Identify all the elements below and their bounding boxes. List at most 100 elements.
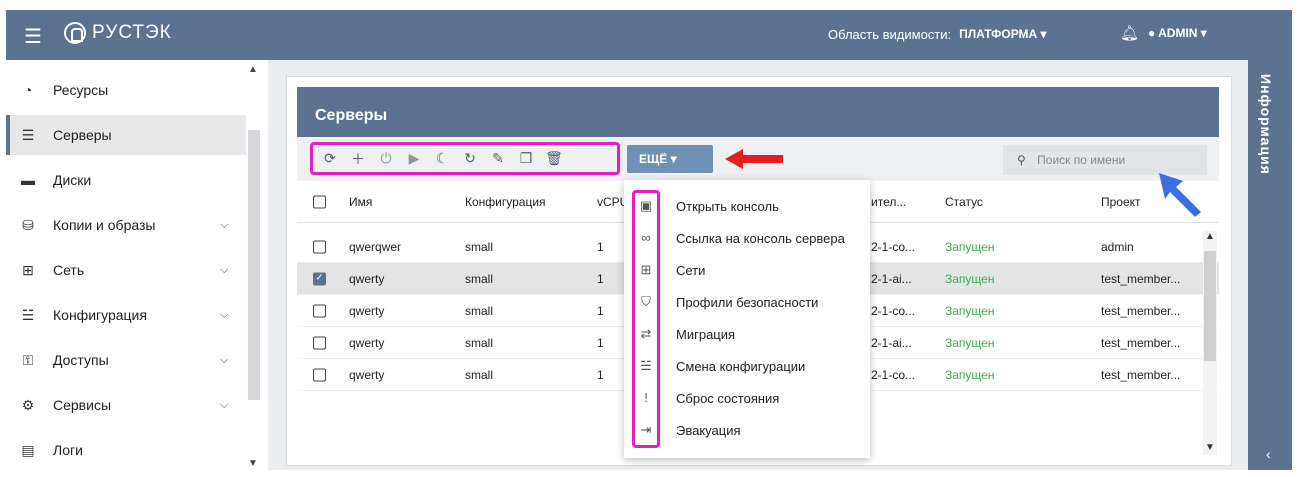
cell-project: test_member... (1101, 367, 1181, 382)
cell-project: test_member... (1101, 335, 1181, 350)
sidebar-item-label: Доступы (53, 352, 109, 368)
sidebar-item-resources[interactable]: ◔ Ресурсы (6, 70, 246, 110)
menu-item-open-console[interactable]: ▣ Открыть консоль (624, 192, 870, 224)
cell-vcpu: 1 (597, 271, 604, 286)
scroll-down-arrow[interactable]: ▼ (1205, 442, 1215, 453)
menu-item-label: Открыть консоль (676, 199, 779, 214)
info-panel[interactable]: Информация ‹ (1248, 60, 1292, 470)
reboot-icon[interactable]: ↻ (459, 150, 481, 167)
row-checkbox[interactable]: ✓ (313, 272, 326, 285)
column-header-status[interactable]: Статус (945, 195, 983, 209)
cell-vcpu: 1 (597, 367, 604, 382)
link-icon: ∞ (641, 230, 651, 245)
network-icon: ⊞ (640, 262, 652, 277)
search-icon: ⚲ (1017, 153, 1026, 167)
trash-icon[interactable]: 🗑︎ (543, 150, 565, 167)
cell-config: small (465, 271, 494, 286)
hamburger-menu-icon[interactable]: ☰ (24, 24, 42, 49)
add-icon[interactable]: ＋ (347, 149, 369, 169)
sidebar-item-backups-images[interactable]: ⛁ Копии и образы ⌵ (6, 205, 246, 245)
scope-selector[interactable]: Область видимости: ПЛАТФОРМА ▾ (828, 27, 1047, 42)
menu-item-security-profiles[interactable]: ⛉ Профили безопасности (624, 288, 870, 320)
menu-item-console-link[interactable]: ∞ Ссылка на консоль сервера (624, 224, 870, 256)
copy-icon[interactable]: ❐ (515, 150, 537, 167)
chevron-left-icon[interactable]: ‹ (1266, 446, 1271, 462)
cell-project: admin (1101, 239, 1134, 254)
scroll-up-arrow[interactable]: ▲ (1205, 231, 1215, 242)
menu-item-change-config[interactable]: ☱ Смена конфигурации (624, 352, 870, 384)
cell-name: qwerty (349, 335, 385, 350)
sidebar-item-services[interactable]: ⚙ Сервисы ⌵ (6, 385, 246, 425)
row-checkbox[interactable] (313, 240, 326, 253)
menu-item-label: Смена конфигурации (676, 359, 806, 374)
column-header-project[interactable]: Проект (1101, 195, 1141, 209)
sidebar-item-logs[interactable]: ▤ Логи (6, 430, 246, 470)
cell-status: Запущен (945, 239, 995, 254)
menu-item-label: Миграция (676, 327, 736, 342)
refresh-icon[interactable]: ⟳ (319, 150, 341, 167)
more-button[interactable]: ЕЩЁ ▾ (627, 145, 713, 173)
column-header-source[interactable]: ител... (871, 195, 906, 209)
cell-vcpu: 1 (597, 303, 604, 318)
table-scrollbar[interactable]: ▲ ▼ (1203, 231, 1217, 455)
play-icon[interactable]: ▶ (403, 150, 425, 167)
cell-source: 2-1-co... (871, 239, 916, 254)
exclamation-icon: ! (644, 390, 648, 405)
logo-mark-icon (64, 22, 86, 44)
user-menu[interactable]: ● ADMIN ▾ (1148, 26, 1207, 40)
page-title: Серверы (297, 87, 1219, 137)
chevron-down-icon: ⌵ (220, 353, 229, 366)
cell-status: Запущен (945, 303, 995, 318)
scroll-thumb[interactable] (1204, 251, 1216, 361)
sidebar-item-label: Диски (53, 172, 92, 188)
select-all-checkbox[interactable] (313, 195, 326, 208)
sidebar-item-access[interactable]: ⚿ Доступы ⌵ (6, 340, 246, 380)
row-checkbox[interactable] (313, 368, 326, 381)
sidebar-item-label: Копии и образы (53, 217, 156, 233)
menu-item-reset-state[interactable]: ! Сброс состояния (624, 384, 870, 416)
scope-value[interactable]: ПЛАТФОРМА ▾ (959, 27, 1046, 42)
gears-icon: ⚙ (21, 396, 35, 413)
cell-name: qwerqwer (349, 239, 402, 254)
sidebar-scroll-down-arrow[interactable]: ▼ (248, 458, 258, 469)
user-name: ADMIN ▾ (1158, 26, 1207, 40)
search-placeholder: Поиск по имени (1037, 153, 1126, 167)
menu-item-networks[interactable]: ⊞ Сети (624, 256, 870, 288)
scope-label: Область видимости: (828, 27, 952, 42)
scroll-icon: ▤ (21, 441, 35, 458)
sidebar-item-label: Серверы (53, 127, 112, 143)
sidebar-item-network[interactable]: ⊞ Сеть ⌵ (6, 250, 246, 290)
edit-icon[interactable]: ✎ (487, 150, 509, 167)
swap-arrows-icon: ⇄ (640, 326, 652, 341)
bell-icon[interactable]: 🔔︎ (1120, 24, 1139, 42)
toolbar: ⟳ ＋ ⏻ ▶ ☾ ↻ ✎ ❐ 🗑︎ ЕЩЁ ▾ ⚲ Поиск по имен… (297, 137, 1219, 217)
chevron-down-icon: ⌵ (220, 398, 229, 411)
column-header-config[interactable]: Конфигурация (465, 195, 546, 209)
cell-source: 2-1-ai... (871, 271, 912, 286)
menu-item-evacuation[interactable]: ⇥ Эвакуация (624, 416, 870, 448)
sidebar-item-configuration[interactable]: ☱ Конфигурация ⌵ (6, 295, 246, 335)
sidebar-scrollbar[interactable] (248, 130, 260, 400)
sidebar-item-label: Сервисы (53, 397, 112, 413)
shutdown-icon[interactable]: ⏻ (375, 150, 397, 167)
cell-config: small (465, 367, 494, 382)
column-header-name[interactable]: Имя (349, 195, 372, 209)
cell-vcpu: 1 (597, 335, 604, 350)
database-icon: ⛁ (22, 216, 34, 233)
cell-config: small (465, 303, 494, 318)
menu-item-label: Эвакуация (676, 423, 741, 438)
cell-source: 2-1-co... (871, 367, 916, 382)
sidebar-item-servers[interactable]: ☰ Серверы (6, 115, 246, 155)
cell-name: qwerty (349, 303, 385, 318)
row-checkbox[interactable] (313, 336, 326, 349)
suspend-moon-icon[interactable]: ☾ (431, 150, 453, 167)
row-checkbox[interactable] (313, 304, 326, 317)
cell-source: 2-1-ai... (871, 335, 912, 350)
server-icon: ☰ (21, 126, 35, 143)
logo[interactable]: РУСТЭК (64, 22, 172, 44)
menu-item-migration[interactable]: ⇄ Миграция (624, 320, 870, 352)
toolbar-actions-highlight: ⟳ ＋ ⏻ ▶ ☾ ↻ ✎ ❐ 🗑︎ (310, 142, 620, 175)
sidebar-item-disks[interactable]: ▬ Диски (6, 160, 246, 200)
sidebar-scroll-up-arrow[interactable]: ▲ (248, 64, 258, 75)
console-icon: ▣ (639, 198, 653, 213)
